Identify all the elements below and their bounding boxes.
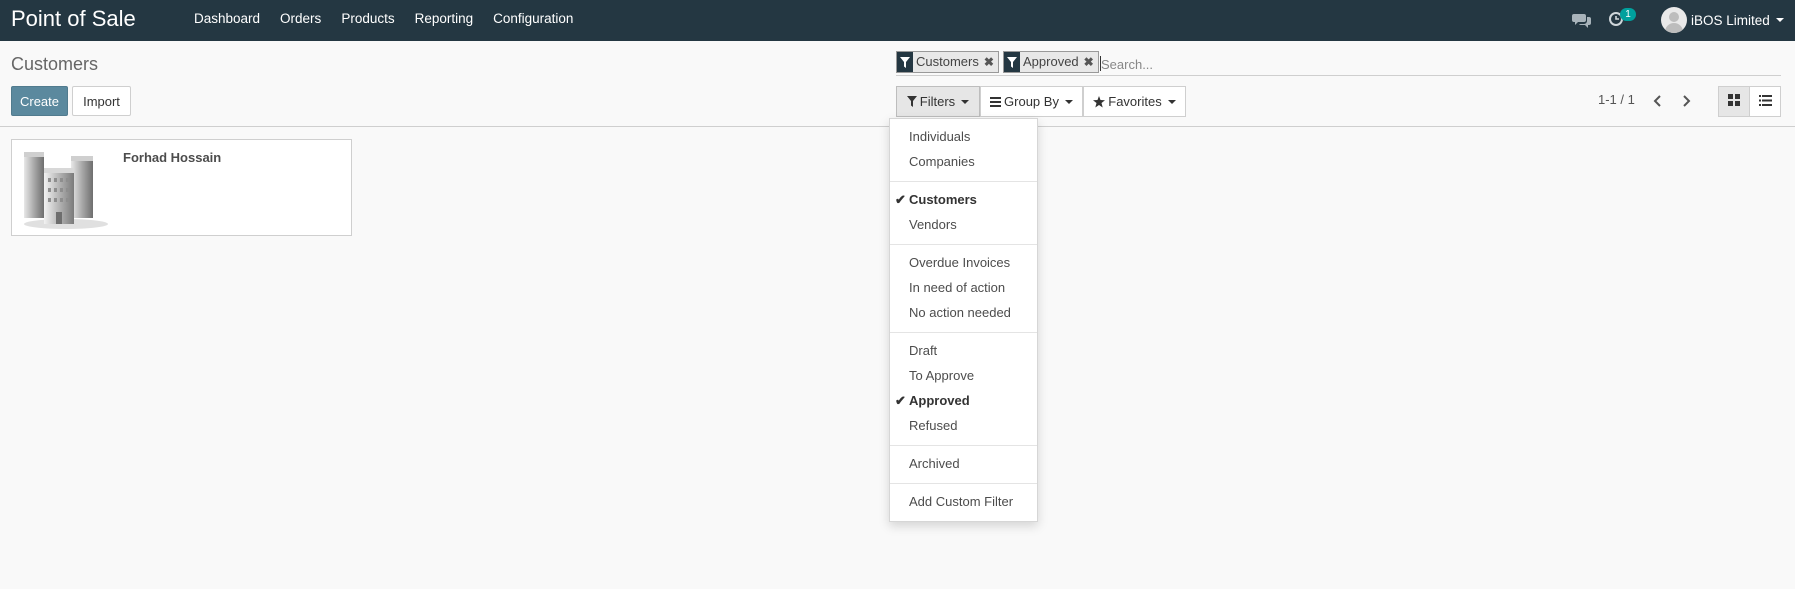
menu-products[interactable]: Products (331, 0, 404, 41)
chevron-down-icon (1064, 99, 1073, 104)
filter-item-overdue-invoices[interactable]: Overdue Invoices (890, 252, 1037, 274)
filter-item-label: Refused (909, 418, 958, 433)
search-facet-customers: Customers ✖ (896, 51, 999, 73)
kanban-view-button[interactable] (1718, 86, 1750, 117)
check-icon: ✔ (895, 393, 906, 408)
menu-divider (890, 181, 1037, 182)
filter-item-label: Vendors (909, 217, 957, 232)
top-navbar: Point of Sale Dashboard Orders Products … (0, 0, 1795, 41)
add-custom-filter-button[interactable]: Add Custom Filter (890, 491, 1037, 513)
filter-item-approved[interactable]: ✔ Approved (890, 390, 1037, 412)
menu-configuration[interactable]: Configuration (483, 0, 583, 41)
filter-icon (897, 52, 913, 72)
filter-icon (906, 96, 917, 107)
control-panel: Customers Create Import Customers ✖ Appr… (0, 41, 1795, 127)
group-by-label: Group By (1004, 94, 1059, 109)
filter-item-archived[interactable]: Archived (890, 453, 1037, 475)
facet-label: Approved (1023, 54, 1079, 69)
filter-item-in-need-of-action[interactable]: In need of action (890, 277, 1037, 299)
grid-icon (1728, 94, 1740, 109)
main-menu: Dashboard Orders Products Reporting Conf… (184, 0, 583, 41)
filters-label: Filters (919, 94, 956, 109)
pager-value[interactable]: 1-1 / 1 (1598, 92, 1635, 107)
star-icon (1093, 95, 1106, 108)
menu-orders[interactable]: Orders (270, 0, 331, 41)
filter-item-companies[interactable]: Companies (890, 151, 1037, 173)
list-icon (1758, 94, 1772, 109)
import-button[interactable]: Import (72, 86, 131, 116)
kanban-record-card[interactable]: Forhad Hossain (11, 139, 352, 236)
filter-item-label: Companies (909, 154, 975, 169)
chevron-down-icon (961, 99, 970, 104)
filter-item-customers[interactable]: ✔ Customers (890, 189, 1037, 211)
filter-item-no-action-needed[interactable]: No action needed (890, 302, 1037, 324)
menu-reporting[interactable]: Reporting (405, 0, 484, 41)
search-input[interactable] (1101, 55, 1701, 73)
filter-item-label: In need of action (909, 280, 1006, 295)
search-facet-approved: Approved ✖ (1003, 51, 1099, 73)
record-name: Forhad Hossain (123, 150, 222, 165)
search-bar: Customers ✖ Approved ✖ (896, 51, 1781, 76)
filter-item-label: Customers (909, 192, 977, 207)
list-view-button[interactable] (1749, 86, 1781, 117)
filter-item-label: To Approve (909, 368, 975, 383)
bars-icon (990, 96, 1002, 107)
chevron-down-icon (1167, 99, 1176, 104)
filter-item-refused[interactable]: Refused (890, 415, 1037, 437)
filters-dropdown-menu: Individuals Companies ✔ Customers Vendors… (889, 118, 1038, 522)
close-icon[interactable]: ✖ (982, 52, 998, 72)
menu-divider (890, 244, 1037, 245)
company-building-image (16, 144, 112, 232)
group-by-button[interactable]: Group By (980, 86, 1083, 117)
filter-item-label: Individuals (909, 129, 971, 144)
chat-icon[interactable] (1571, 9, 1593, 31)
favorites-button[interactable]: Favorites (1083, 86, 1186, 117)
filter-icon (1004, 52, 1020, 72)
menu-dashboard[interactable]: Dashboard (184, 0, 270, 41)
filter-item-individuals[interactable]: Individuals (890, 126, 1037, 148)
chevron-left-icon[interactable] (1651, 93, 1665, 109)
create-button[interactable]: Create (11, 86, 68, 116)
filter-item-draft[interactable]: Draft (890, 340, 1037, 362)
filter-item-label: Add Custom Filter (909, 494, 1014, 509)
favorites-label: Favorites (1108, 94, 1162, 109)
filter-item-vendors[interactable]: Vendors (890, 214, 1037, 236)
facet-label: Customers (916, 54, 979, 69)
close-icon[interactable]: ✖ (1082, 52, 1098, 72)
activity-badge: 1 (1620, 8, 1636, 21)
filters-button[interactable]: Filters (896, 86, 980, 117)
filter-item-label: Draft (909, 343, 938, 358)
breadcrumb: Customers (11, 54, 99, 74)
user-menu[interactable]: iBOS Limited (1661, 6, 1784, 34)
menu-divider (890, 445, 1037, 446)
app-title[interactable]: Point of Sale (11, 6, 136, 32)
filter-item-label: Archived (909, 456, 960, 471)
check-icon: ✔ (895, 192, 906, 207)
chevron-down-icon (1775, 18, 1784, 22)
filter-item-label: Overdue Invoices (909, 255, 1011, 270)
menu-divider (890, 483, 1037, 484)
filter-item-to-approve[interactable]: To Approve (890, 365, 1037, 387)
avatar (1661, 7, 1687, 33)
filter-item-label: No action needed (909, 305, 1011, 320)
menu-divider (890, 332, 1037, 333)
filter-item-label: Approved (909, 393, 970, 408)
chevron-right-icon[interactable] (1679, 93, 1693, 109)
user-name: iBOS Limited (1691, 12, 1770, 28)
